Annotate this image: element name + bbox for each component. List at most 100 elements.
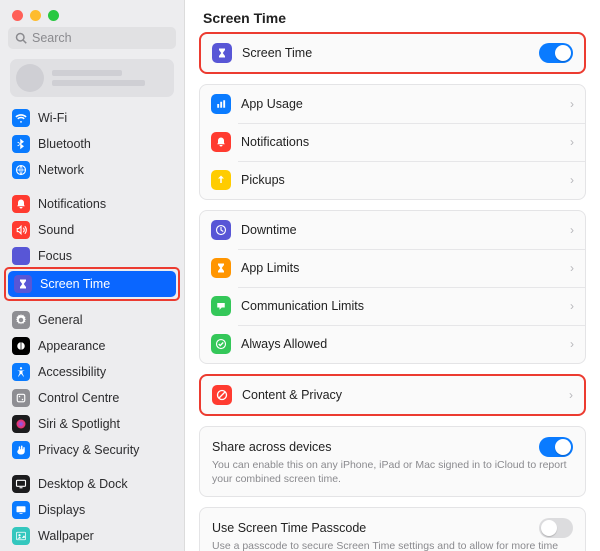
sidebar-item-general[interactable]: General	[6, 307, 178, 333]
settings-row-downtime[interactable]: Downtime›	[200, 211, 585, 249]
search-input[interactable]: Search	[8, 27, 176, 49]
row-label: Content & Privacy	[242, 388, 569, 402]
sidebar-item-label: Desktop & Dock	[38, 477, 128, 491]
sidebar-item-screen-time[interactable]: Screen Time	[8, 271, 176, 297]
bell-icon	[12, 195, 30, 213]
row-label: Always Allowed	[241, 337, 570, 351]
chevron-right-icon: ›	[570, 223, 574, 237]
settings-row-always-allowed[interactable]: Always Allowed›	[200, 325, 585, 363]
chevron-right-icon: ›	[570, 261, 574, 275]
settings-panel: Downtime›App Limits›Communication Limits…	[199, 210, 586, 364]
settings-panel: Screen Time	[199, 32, 586, 74]
info-panel: Share across devicesYou can enable this …	[199, 426, 586, 497]
sidebar-item-control-centre[interactable]: Control Centre	[6, 385, 178, 411]
appearance-icon	[12, 337, 30, 355]
sidebar-item-notifications[interactable]: Notifications	[6, 191, 178, 217]
info-row: Share across devicesYou can enable this …	[200, 427, 585, 496]
chevron-right-icon: ›	[569, 388, 573, 402]
chart-icon	[211, 94, 231, 114]
main-pane: Screen Time Screen TimeApp Usage›Notific…	[185, 0, 600, 551]
info-title: Share across devices	[212, 440, 539, 454]
chevron-right-icon: ›	[570, 337, 574, 351]
sidebar-item-label: Notifications	[38, 197, 106, 211]
hourglass-icon	[211, 258, 231, 278]
sidebar-item-label: Wi-Fi	[38, 111, 67, 125]
chevron-right-icon: ›	[570, 135, 574, 149]
settings-row-communication-limits[interactable]: Communication Limits›	[200, 287, 585, 325]
zoom-button[interactable]	[48, 10, 59, 21]
sidebar-item-desktop-dock[interactable]: Desktop & Dock	[6, 471, 178, 497]
row-label: App Usage	[241, 97, 570, 111]
sidebar: Search Wi-Fi Bluetooth Network Notification…	[0, 0, 185, 551]
settings-window: Search Wi-Fi Bluetooth Network Notification…	[0, 0, 600, 551]
sidebar-item-label: Sound	[38, 223, 74, 237]
focus-icon	[12, 247, 30, 265]
sidebar-item-label: Accessibility	[38, 365, 106, 379]
comm-icon	[211, 296, 231, 316]
search-icon	[15, 32, 27, 44]
wifi-icon	[12, 109, 30, 127]
sidebar-item-wallpaper[interactable]: Wallpaper	[6, 523, 178, 549]
settings-row-pickups[interactable]: Pickups›	[200, 161, 585, 199]
row-label: Downtime	[241, 223, 570, 237]
sidebar-item-label: Wallpaper	[38, 529, 94, 543]
settings-row-content-privacy[interactable]: Content & Privacy›	[201, 376, 584, 414]
sidebar-item-bluetooth[interactable]: Bluetooth	[6, 131, 178, 157]
sound-icon	[12, 221, 30, 239]
sidebar-item-privacy-security[interactable]: Privacy & Security	[6, 437, 178, 463]
row-label: Notifications	[241, 135, 570, 149]
page-title: Screen Time	[185, 0, 600, 32]
chevron-right-icon: ›	[570, 299, 574, 313]
sidebar-item-focus[interactable]: Focus	[6, 243, 178, 269]
bluetooth-icon	[12, 135, 30, 153]
sidebar-item-label: Screen Time	[40, 277, 110, 291]
sidebar-item-label: Appearance	[38, 339, 105, 353]
info-subtitle: Use a passcode to secure Screen Time set…	[212, 540, 573, 551]
settings-panel: Content & Privacy›	[199, 374, 586, 416]
hand-icon	[12, 441, 30, 459]
close-button[interactable]	[12, 10, 23, 21]
search-placeholder: Search	[32, 31, 72, 45]
control-icon	[12, 389, 30, 407]
displays-icon	[12, 501, 30, 519]
main-content: Screen TimeApp Usage›Notifications›Picku…	[185, 32, 600, 551]
pickup-icon	[211, 170, 231, 190]
info-title: Use Screen Time Passcode	[212, 521, 539, 535]
chevron-right-icon: ›	[570, 173, 574, 187]
sidebar-item-label: Focus	[38, 249, 72, 263]
sidebar-item-siri-spotlight[interactable]: Siri & Spotlight	[6, 411, 178, 437]
account-profile-row[interactable]	[10, 59, 174, 97]
settings-row-app-limits[interactable]: App Limits›	[200, 249, 585, 287]
row-label: Pickups	[241, 173, 570, 187]
sidebar-item-appearance[interactable]: Appearance	[6, 333, 178, 359]
sidebar-item-wi-fi[interactable]: Wi-Fi	[6, 105, 178, 131]
toggle-switch[interactable]	[539, 518, 573, 538]
settings-row-screen-time[interactable]: Screen Time	[201, 34, 584, 72]
toggle-switch[interactable]	[539, 437, 573, 457]
wallpaper-icon	[12, 527, 30, 545]
traffic-lights	[0, 0, 184, 27]
sidebar-item-label: Control Centre	[38, 391, 119, 405]
check-icon	[211, 334, 231, 354]
sidebar-item-label: General	[38, 313, 82, 327]
settings-row-notifications[interactable]: Notifications›	[200, 123, 585, 161]
sidebar-item-label: Siri & Spotlight	[38, 417, 120, 431]
downtime-icon	[211, 220, 231, 240]
hourglass-icon	[14, 275, 32, 293]
sidebar-item-displays[interactable]: Displays	[6, 497, 178, 523]
avatar	[16, 64, 44, 92]
sidebar-item-accessibility[interactable]: Accessibility	[6, 359, 178, 385]
network-icon	[12, 161, 30, 179]
settings-panel: App Usage›Notifications›Pickups›	[199, 84, 586, 200]
settings-row-app-usage[interactable]: App Usage›	[200, 85, 585, 123]
siri-icon	[12, 415, 30, 433]
minimize-button[interactable]	[30, 10, 41, 21]
sidebar-item-label: Network	[38, 163, 84, 177]
sidebar-item-sound[interactable]: Sound	[6, 217, 178, 243]
bell-icon	[211, 132, 231, 152]
sidebar-item-network[interactable]: Network	[6, 157, 178, 183]
toggle-switch[interactable]	[539, 43, 573, 63]
chevron-right-icon: ›	[570, 97, 574, 111]
gear-icon	[12, 311, 30, 329]
sidebar-item-label: Bluetooth	[38, 137, 91, 151]
